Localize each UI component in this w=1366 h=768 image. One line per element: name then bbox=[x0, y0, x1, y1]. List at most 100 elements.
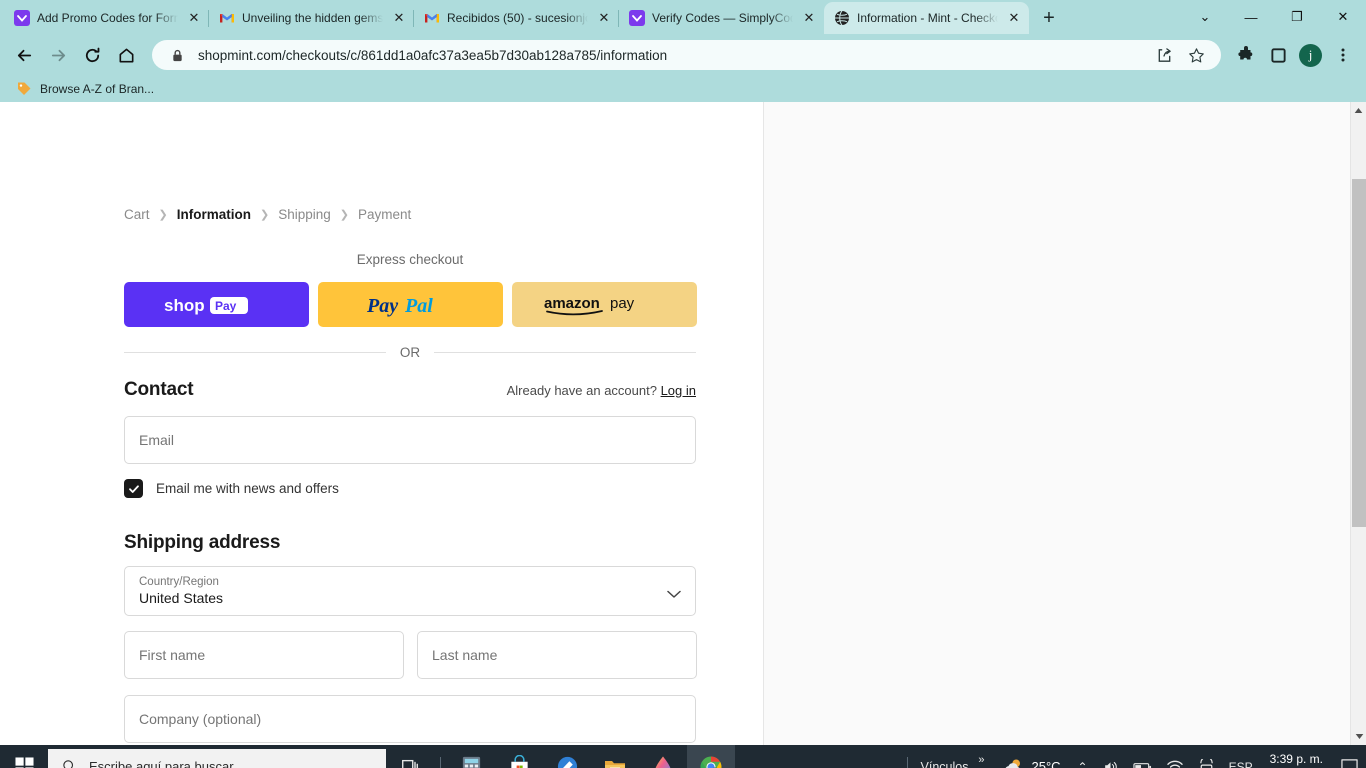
reload-icon[interactable] bbox=[76, 39, 108, 71]
weather-temperature: 25°C bbox=[1031, 759, 1061, 768]
newsletter-checkbox[interactable] bbox=[124, 479, 143, 498]
paypal-logo: Pay Pal bbox=[366, 295, 433, 317]
back-icon[interactable] bbox=[8, 39, 40, 71]
newsletter-checkbox-row[interactable]: Email me with news and offers bbox=[124, 479, 339, 498]
login-link[interactable]: Log in bbox=[661, 383, 696, 398]
battery-icon[interactable] bbox=[1126, 745, 1159, 768]
scroll-up-arrow-icon[interactable] bbox=[1351, 102, 1366, 119]
weather-widget[interactable]: 25°C bbox=[992, 757, 1071, 768]
breadcrumb-shipping: Shipping bbox=[278, 207, 331, 222]
search-placeholder: Escribe aquí para buscar. bbox=[89, 759, 237, 768]
calculator-icon bbox=[462, 756, 480, 768]
breadcrumb-payment: Payment bbox=[357, 207, 412, 222]
taskbar-app-icons: j bbox=[386, 745, 735, 768]
language-indicator[interactable]: ESP bbox=[1222, 745, 1260, 768]
windows-logo-icon bbox=[14, 757, 34, 768]
last-name-input[interactable]: Last name bbox=[417, 631, 697, 679]
minimize-icon[interactable]: — bbox=[1228, 0, 1274, 34]
chrome-app[interactable]: j bbox=[687, 745, 735, 768]
shop-pay-button[interactable]: shop Pay bbox=[124, 282, 309, 327]
tab-close-icon[interactable]: ✕ bbox=[185, 9, 203, 27]
scrollbar-thumb[interactable] bbox=[1352, 179, 1366, 527]
microsoft-store-app[interactable] bbox=[495, 745, 543, 768]
browser-tab-3[interactable]: Recibidos (50) - sucesionjoaq ✕ bbox=[414, 2, 619, 34]
company-placeholder: Company (optional) bbox=[139, 711, 262, 727]
company-input[interactable]: Company (optional) bbox=[124, 695, 696, 743]
maximize-icon[interactable]: ❐ bbox=[1274, 0, 1320, 34]
email-input[interactable]: Email bbox=[124, 416, 696, 464]
paint-app[interactable] bbox=[639, 745, 687, 768]
account-prompt-text: Already have an account? bbox=[506, 383, 657, 398]
contact-title: Contact bbox=[124, 379, 194, 400]
tab-title: Recibidos (50) - sucesionjoaq bbox=[447, 11, 588, 25]
bookmark-browse-a-z[interactable]: Browse A-Z of Bran... bbox=[10, 79, 160, 99]
action-center-icon[interactable] bbox=[1333, 745, 1366, 768]
page-scrollbar[interactable] bbox=[1350, 102, 1366, 745]
browser-tab-1[interactable]: Add Promo Codes for Formu ✕ bbox=[4, 2, 209, 34]
svg-text:pay: pay bbox=[610, 295, 635, 312]
paypal-button[interactable]: Pay Pal bbox=[318, 282, 503, 327]
bookmark-label: Browse A-Z of Bran... bbox=[40, 82, 155, 96]
close-window-icon[interactable]: ✕ bbox=[1320, 0, 1366, 34]
browser-tab-5-active[interactable]: Information - Mint - Checkou ✕ bbox=[824, 2, 1029, 34]
side-panel-icon[interactable] bbox=[1263, 39, 1293, 71]
browser-tab-2[interactable]: Unveiling the hidden gems o ✕ bbox=[209, 2, 414, 34]
country-region-select[interactable]: Country/Region United States bbox=[124, 566, 696, 616]
search-tabs-icon[interactable]: ⌄ bbox=[1182, 0, 1228, 34]
calculator-app[interactable] bbox=[447, 745, 495, 768]
first-name-input[interactable]: First name bbox=[124, 631, 404, 679]
tab-title: Add Promo Codes for Formu bbox=[37, 11, 178, 25]
forward-icon[interactable] bbox=[42, 39, 74, 71]
search-icon bbox=[63, 760, 74, 768]
share-icon[interactable] bbox=[1153, 44, 1175, 66]
bookmark-star-icon[interactable] bbox=[1185, 44, 1207, 66]
wifi-icon[interactable] bbox=[1159, 745, 1191, 768]
amazon-pay-button[interactable]: amazon pay bbox=[512, 282, 697, 327]
extensions-puzzle-icon[interactable] bbox=[1231, 39, 1261, 71]
url-text: shopmint.com/checkouts/c/861dd1a0afc37a3… bbox=[198, 47, 668, 63]
links-overflow-icon[interactable]: » bbox=[978, 754, 984, 766]
onedrive-icon[interactable] bbox=[1191, 745, 1222, 768]
file-explorer-app[interactable] bbox=[591, 745, 639, 768]
task-view-icon bbox=[402, 759, 418, 768]
profile-avatar[interactable]: j bbox=[1299, 43, 1322, 67]
chevron-right-icon: ❯ bbox=[339, 209, 349, 221]
taskbar-divider bbox=[440, 756, 441, 768]
tag-icon bbox=[18, 82, 31, 95]
gmail-icon bbox=[425, 14, 439, 23]
windows-taskbar: Escribe aquí para buscar. Vínculos » 25°… bbox=[0, 745, 1366, 768]
new-tab-button[interactable]: + bbox=[1035, 4, 1063, 32]
tray-expand-icon[interactable]: ⌃ bbox=[1071, 745, 1095, 768]
tab-close-icon[interactable]: ✕ bbox=[800, 9, 818, 27]
volume-icon[interactable] bbox=[1095, 745, 1126, 768]
tab-close-icon[interactable]: ✕ bbox=[390, 9, 408, 27]
country-label: Country/Region bbox=[139, 576, 219, 588]
address-bar[interactable]: shopmint.com/checkouts/c/861dd1a0afc37a3… bbox=[152, 40, 1221, 70]
breadcrumb-cart[interactable]: Cart bbox=[124, 207, 150, 222]
browser-tab-4[interactable]: Verify Codes — SimplyCodes ✕ bbox=[619, 2, 824, 34]
links-toolbar[interactable]: Vínculos » bbox=[914, 745, 992, 768]
tab-close-icon[interactable]: ✕ bbox=[595, 9, 613, 27]
taskbar-clock[interactable]: 3:39 p. m. 6/6/2023 bbox=[1260, 745, 1333, 768]
taskbar-search-box[interactable]: Escribe aquí para buscar. bbox=[48, 749, 386, 768]
paint-3d-app[interactable] bbox=[543, 745, 591, 768]
tab-close-icon[interactable]: ✕ bbox=[1005, 9, 1023, 27]
tab-title: Information - Mint - Checkou bbox=[857, 11, 998, 25]
window-controls: ⌄ — ❐ ✕ bbox=[1182, 0, 1366, 34]
breadcrumb-information[interactable]: Information bbox=[177, 207, 251, 222]
tab-title: Unveiling the hidden gems o bbox=[242, 11, 383, 25]
task-view-button[interactable] bbox=[386, 745, 434, 768]
links-label: Vínculos » bbox=[921, 754, 985, 768]
scroll-down-arrow-icon[interactable] bbox=[1351, 728, 1366, 745]
svg-text:Pal: Pal bbox=[404, 295, 433, 317]
globe-icon bbox=[835, 10, 849, 26]
microsoft-store-icon bbox=[510, 755, 528, 768]
chrome-menu-icon[interactable] bbox=[1328, 39, 1358, 71]
last-name-placeholder: Last name bbox=[432, 647, 498, 663]
country-value: United States bbox=[139, 590, 224, 606]
breadcrumb: Cart ❯ Information ❯ Shipping ❯ Payment bbox=[124, 207, 411, 222]
simplycodes-icon bbox=[629, 10, 645, 26]
home-icon[interactable] bbox=[110, 39, 142, 71]
file-explorer-icon bbox=[605, 760, 625, 768]
start-button[interactable] bbox=[0, 745, 48, 768]
